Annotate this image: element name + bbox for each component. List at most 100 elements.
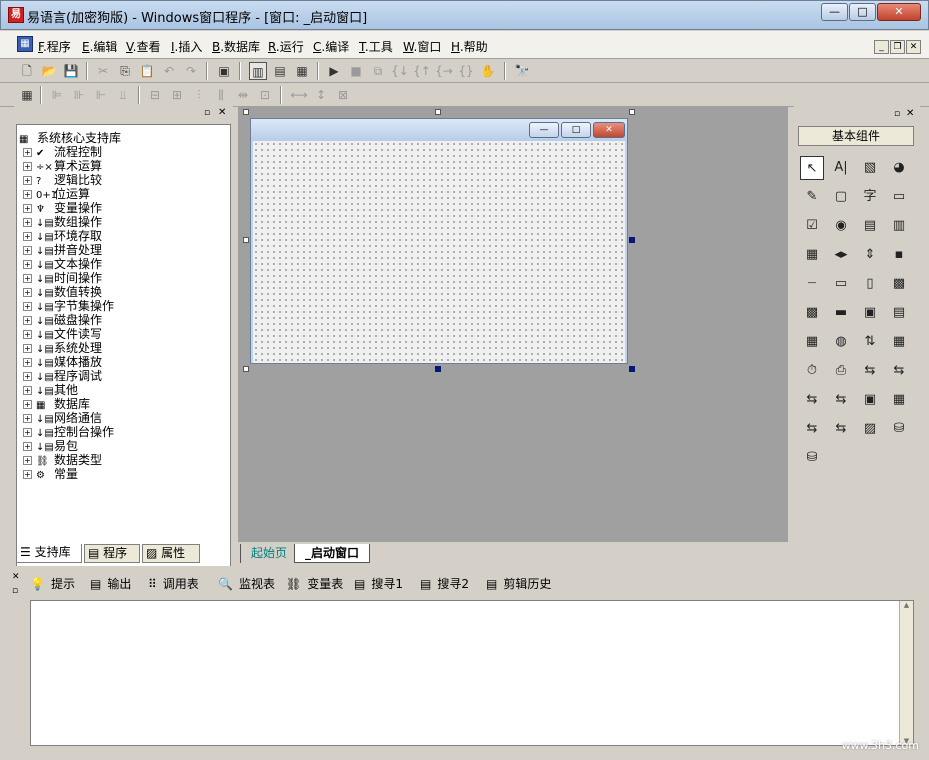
center-v-icon[interactable]: ⊞ — [168, 86, 186, 104]
component-icon[interactable]: ▦ — [800, 243, 824, 267]
output-text-area[interactable]: ▲ ▼ — [30, 600, 914, 746]
space-h-icon[interactable]: ⫶ — [190, 86, 208, 104]
component-icon[interactable]: ⇆ — [829, 388, 853, 412]
undo-icon[interactable]: ↶ — [160, 62, 178, 80]
component-icon[interactable]: ▭ — [887, 185, 911, 209]
expand-icon[interactable]: + — [23, 176, 32, 185]
form-client-area[interactable] — [253, 141, 625, 363]
expand-icon[interactable]: + — [23, 316, 32, 325]
menu-item-5[interactable]: R.运行 — [268, 38, 304, 54]
step1-icon[interactable]: ⧉ — [369, 62, 387, 80]
panel-close-icon[interactable]: ✕ — [218, 107, 226, 118]
resize-handle[interactable] — [435, 109, 441, 115]
component-icon[interactable]: ⎙ — [829, 359, 853, 383]
form-caption[interactable]: — □ ✕ — [251, 119, 627, 141]
tree-node[interactable]: + ↓▤程序调试 — [23, 369, 102, 383]
startup-form[interactable]: — □ ✕ — [250, 118, 628, 364]
tree-node[interactable]: + ♆ 变量操作 — [23, 201, 102, 215]
find-icon[interactable]: ▣ — [215, 62, 233, 80]
component-icon[interactable]: ⇆ — [829, 417, 853, 441]
tree-node[interactable]: + ▦ 数据库 — [23, 397, 90, 411]
tree-node[interactable]: + ↓▤控制台操作 — [23, 425, 114, 439]
resize-handle[interactable] — [243, 237, 249, 243]
tree-node[interactable]: + ÷×算术运算 — [23, 159, 102, 173]
menu-item-8[interactable]: W.窗口 — [403, 38, 441, 54]
layout3-icon[interactable]: ▦ — [293, 62, 311, 80]
tree-node[interactable]: + ↓▤文件读写 — [23, 327, 102, 341]
mdi-close-button[interactable]: ✕ — [906, 40, 921, 54]
tab-startup-window[interactable]: _启动窗口 — [294, 544, 371, 563]
same-width-icon[interactable]: ⟷ — [290, 86, 308, 104]
menu-item-4[interactable]: B.数据库 — [212, 38, 260, 54]
step5-icon[interactable]: {} — [457, 62, 475, 80]
resize-handle[interactable] — [629, 237, 635, 243]
tree-node[interactable]: + ✔ 流程控制 — [23, 145, 102, 159]
component-icon[interactable]: ▭ — [829, 272, 853, 296]
expand-icon[interactable]: + — [23, 414, 32, 423]
expand-icon[interactable]: + — [23, 428, 32, 437]
save-icon[interactable]: 💾 — [62, 62, 80, 80]
tree-node[interactable]: + ↓▤磁盘操作 — [23, 313, 102, 327]
resize-handle[interactable] — [243, 109, 249, 115]
step4-icon[interactable]: {→ — [435, 62, 453, 80]
expand-icon[interactable]: + — [23, 162, 32, 171]
maximize-button[interactable]: □ — [849, 3, 876, 21]
expand-icon[interactable]: + — [23, 218, 32, 227]
component-icon[interactable]: ⇆ — [887, 359, 911, 383]
tree-node[interactable]: + ↓▤易包 — [23, 439, 78, 453]
expand-icon[interactable]: + — [23, 246, 32, 255]
component-icon[interactable]: ▯ — [858, 272, 882, 296]
debug-icon[interactable]: 🔭 — [513, 62, 531, 80]
redo-icon[interactable]: ↷ — [182, 62, 200, 80]
panel-close-icon[interactable]: ✕ — [906, 108, 914, 119]
open-icon[interactable]: 📂 — [40, 62, 58, 80]
expand-icon[interactable]: + — [23, 330, 32, 339]
component-icon[interactable]: ▥ — [887, 214, 911, 238]
component-icon[interactable]: ⇆ — [800, 417, 824, 441]
component-icon[interactable]: ⇅ — [858, 330, 882, 354]
component-icon[interactable]: ▬ — [829, 301, 853, 325]
tab-output-4[interactable]: ⛓ 变量表 — [286, 574, 343, 594]
copy-icon[interactable]: ⎘ — [116, 62, 134, 80]
mdi-minimize-button[interactable]: _ — [874, 40, 889, 54]
component-icon[interactable]: ▤ — [887, 301, 911, 325]
tree-node[interactable]: + ↓▤网络通信 — [23, 411, 102, 425]
component-group-title[interactable]: 基本组件 — [798, 126, 914, 146]
doc-icon[interactable]: ▦ — [17, 36, 33, 52]
align-left-icon[interactable]: ⊫ — [48, 86, 66, 104]
component-icon[interactable]: ▩ — [887, 272, 911, 296]
resize-handle[interactable] — [629, 109, 635, 115]
component-icon[interactable]: ▣ — [858, 301, 882, 325]
same-size-icon[interactable]: ⊠ — [334, 86, 352, 104]
panel-restore-icon[interactable]: ▫ — [12, 586, 18, 596]
component-icon[interactable]: ▨ — [858, 417, 882, 441]
layout2-icon[interactable]: ▤ — [271, 62, 289, 80]
menu-item-2[interactable]: V.查看 — [126, 38, 161, 54]
align-right-icon[interactable]: ⊩ — [92, 86, 110, 104]
tab-output-3[interactable]: 🔍 监视表 — [218, 574, 275, 594]
menu-item-7[interactable]: T.工具 — [359, 38, 393, 54]
component-icon[interactable]: ✎ — [800, 185, 824, 209]
tree-root[interactable]: ▦ 系统核心支持库 — [19, 131, 121, 145]
resize-handle[interactable] — [435, 366, 441, 372]
expand-icon[interactable]: + — [23, 470, 32, 479]
expand-icon[interactable]: + — [23, 372, 32, 381]
tree-node[interactable]: + ↓▤时间操作 — [23, 271, 102, 285]
tab-output-2[interactable]: ⠿ 调用表 — [148, 574, 199, 594]
expand-icon[interactable]: + — [23, 190, 32, 199]
paste-icon[interactable]: 📋 — [138, 62, 156, 80]
tree-node[interactable]: + ↓▤其他 — [23, 383, 78, 397]
expand-icon[interactable]: + — [23, 386, 32, 395]
tree-node[interactable]: + ↓▤字节集操作 — [23, 299, 114, 313]
align-center-icon[interactable]: ⊪ — [70, 86, 88, 104]
tab-output-0[interactable]: 💡 提示 — [30, 574, 75, 594]
component-icon[interactable]: ▦ — [800, 330, 824, 354]
tree-node[interactable]: + ↓▤文本操作 — [23, 257, 102, 271]
component-icon[interactable]: ⇆ — [800, 388, 824, 412]
tab-program[interactable]: ▤ 程序 — [84, 544, 140, 563]
component-icon[interactable]: ▧ — [858, 156, 882, 180]
tab-start-page[interactable]: 起始页 — [240, 544, 297, 563]
component-icon[interactable]: ⏱ — [800, 359, 824, 383]
expand-icon[interactable]: + — [23, 288, 32, 297]
tab-support-library[interactable]: ☰ 支持库 — [16, 544, 82, 563]
